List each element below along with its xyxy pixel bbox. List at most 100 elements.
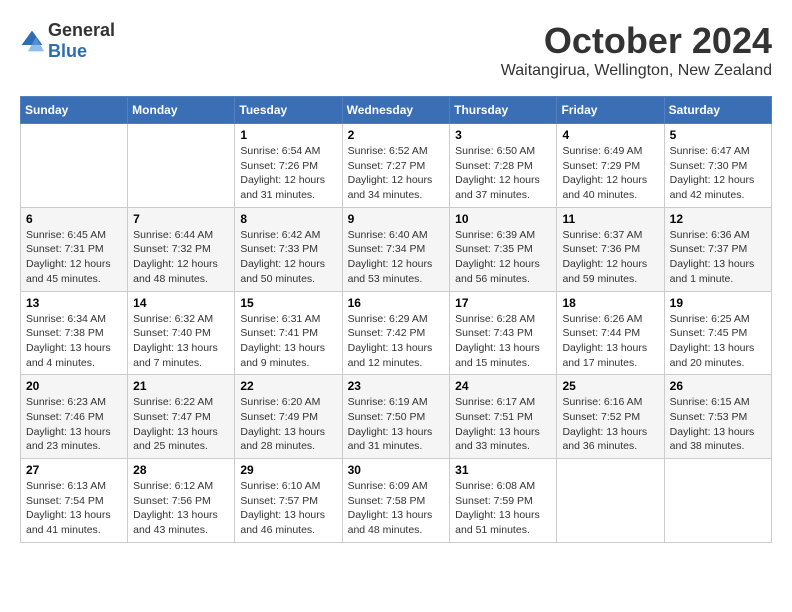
calendar-cell: 30 Sunrise: 6:09 AM Sunset: 7:58 PM Dayli… [342, 459, 450, 543]
day-info: Sunrise: 6:19 AM Sunset: 7:50 PM Dayligh… [348, 395, 445, 454]
day-number: 19 [670, 296, 766, 310]
day-info: Sunrise: 6:40 AM Sunset: 7:34 PM Dayligh… [348, 228, 445, 287]
day-info: Sunrise: 6:32 AM Sunset: 7:40 PM Dayligh… [133, 312, 229, 371]
calendar-cell: 25Sunrise: 6:16 AM Sunset: 7:52 PM Dayli… [557, 375, 664, 459]
day-number: 31 [455, 463, 551, 477]
day-info: Sunrise: 6:28 AM Sunset: 7:43 PM Dayligh… [455, 312, 551, 371]
day-info: Sunrise: 6:16 AM Sunset: 7:52 PM Dayligh… [562, 395, 658, 454]
day-number: 2 [348, 128, 445, 142]
logo-general: General [48, 20, 115, 41]
day-number: 11 [562, 212, 658, 226]
day-number: 28 [133, 463, 229, 477]
day-info: Sunrise: 6:10 AM Sunset: 7:57 PM Dayligh… [240, 479, 336, 538]
calendar-week-row: 27 Sunrise: 6:13 AM Sunset: 7:54 PM Dayli… [21, 459, 772, 543]
day-info: Sunrise: 6:52 AM Sunset: 7:27 PM Dayligh… [348, 144, 445, 203]
calendar-cell: 17 Sunrise: 6:28 AM Sunset: 7:43 PM Dayli… [450, 291, 557, 375]
calendar-cell: 29Sunrise: 6:10 AM Sunset: 7:57 PM Dayli… [235, 459, 342, 543]
day-number: 23 [348, 379, 445, 393]
calendar-cell [664, 459, 771, 543]
title-block: October 2024 Waitangirua, Wellington, Ne… [501, 20, 772, 80]
logo-text: General Blue [48, 20, 115, 62]
calendar-cell: 28 Sunrise: 6:12 AM Sunset: 7:56 PM Dayli… [128, 459, 235, 543]
weekday-header: Tuesday [235, 97, 342, 124]
day-number: 30 [348, 463, 445, 477]
calendar-cell: 2 Sunrise: 6:52 AM Sunset: 7:27 PM Daylig… [342, 124, 450, 208]
day-number: 27 [26, 463, 122, 477]
day-info: Sunrise: 6:22 AM Sunset: 7:47 PM Dayligh… [133, 395, 229, 454]
calendar: SundayMondayTuesdayWednesdayThursdayFrid… [20, 96, 772, 543]
day-number: 17 [455, 296, 551, 310]
page-header: General Blue October 2024 Waitangirua, W… [20, 20, 772, 80]
day-number: 20 [26, 379, 122, 393]
day-info: Sunrise: 6:17 AM Sunset: 7:51 PM Dayligh… [455, 395, 551, 454]
calendar-cell: 13Sunrise: 6:34 AM Sunset: 7:38 PM Dayli… [21, 291, 128, 375]
day-info: Sunrise: 6:44 AM Sunset: 7:32 PM Dayligh… [133, 228, 229, 287]
calendar-cell: 3 Sunrise: 6:50 AM Sunset: 7:28 PM Daylig… [450, 124, 557, 208]
day-info: Sunrise: 6:39 AM Sunset: 7:35 PM Dayligh… [455, 228, 551, 287]
calendar-cell: 20 Sunrise: 6:23 AM Sunset: 7:46 PM Dayli… [21, 375, 128, 459]
calendar-cell: 24Sunrise: 6:17 AM Sunset: 7:51 PM Dayli… [450, 375, 557, 459]
calendar-cell: 22 Sunrise: 6:20 AM Sunset: 7:49 PM Dayli… [235, 375, 342, 459]
calendar-cell: 31 Sunrise: 6:08 AM Sunset: 7:59 PM Dayli… [450, 459, 557, 543]
weekday-header: Wednesday [342, 97, 450, 124]
day-number: 6 [26, 212, 122, 226]
day-number: 9 [348, 212, 445, 226]
day-info: Sunrise: 6:50 AM Sunset: 7:28 PM Dayligh… [455, 144, 551, 203]
day-number: 4 [562, 128, 658, 142]
day-info: Sunrise: 6:08 AM Sunset: 7:59 PM Dayligh… [455, 479, 551, 538]
location: Waitangirua, Wellington, New Zealand [501, 62, 772, 80]
logo-blue: Blue [48, 41, 115, 62]
calendar-cell [557, 459, 664, 543]
calendar-cell: 23 Sunrise: 6:19 AM Sunset: 7:50 PM Dayli… [342, 375, 450, 459]
calendar-cell: 1 Sunrise: 6:54 AM Sunset: 7:26 PM Daylig… [235, 124, 342, 208]
logo-icon [20, 29, 44, 53]
calendar-cell: 27 Sunrise: 6:13 AM Sunset: 7:54 PM Dayli… [21, 459, 128, 543]
calendar-cell: 8 Sunrise: 6:42 AM Sunset: 7:33 PM Daylig… [235, 207, 342, 291]
calendar-cell [21, 124, 128, 208]
calendar-cell: 6 Sunrise: 6:45 AM Sunset: 7:31 PM Daylig… [21, 207, 128, 291]
calendar-cell: 16Sunrise: 6:29 AM Sunset: 7:42 PM Dayli… [342, 291, 450, 375]
weekday-header: Friday [557, 97, 664, 124]
calendar-cell: 14 Sunrise: 6:32 AM Sunset: 7:40 PM Dayli… [128, 291, 235, 375]
day-info: Sunrise: 6:23 AM Sunset: 7:46 PM Dayligh… [26, 395, 122, 454]
calendar-cell: 9 Sunrise: 6:40 AM Sunset: 7:34 PM Daylig… [342, 207, 450, 291]
calendar-cell: 11Sunrise: 6:37 AM Sunset: 7:36 PM Dayli… [557, 207, 664, 291]
calendar-week-row: 1 Sunrise: 6:54 AM Sunset: 7:26 PM Daylig… [21, 124, 772, 208]
weekday-header: Thursday [450, 97, 557, 124]
day-number: 8 [240, 212, 336, 226]
day-info: Sunrise: 6:45 AM Sunset: 7:31 PM Dayligh… [26, 228, 122, 287]
day-info: Sunrise: 6:29 AM Sunset: 7:42 PM Dayligh… [348, 312, 445, 371]
day-info: Sunrise: 6:26 AM Sunset: 7:44 PM Dayligh… [562, 312, 658, 371]
day-info: Sunrise: 6:47 AM Sunset: 7:30 PM Dayligh… [670, 144, 766, 203]
calendar-week-row: 6 Sunrise: 6:45 AM Sunset: 7:31 PM Daylig… [21, 207, 772, 291]
calendar-cell: 26Sunrise: 6:15 AM Sunset: 7:53 PM Dayli… [664, 375, 771, 459]
day-info: Sunrise: 6:09 AM Sunset: 7:58 PM Dayligh… [348, 479, 445, 538]
calendar-cell: 21 Sunrise: 6:22 AM Sunset: 7:47 PM Dayli… [128, 375, 235, 459]
header-row: SundayMondayTuesdayWednesdayThursdayFrid… [21, 97, 772, 124]
month-title: October 2024 [501, 20, 772, 62]
day-number: 1 [240, 128, 336, 142]
day-number: 15 [240, 296, 336, 310]
day-info: Sunrise: 6:54 AM Sunset: 7:26 PM Dayligh… [240, 144, 336, 203]
day-number: 10 [455, 212, 551, 226]
calendar-header: SundayMondayTuesdayWednesdayThursdayFrid… [21, 97, 772, 124]
calendar-cell: 4 Sunrise: 6:49 AM Sunset: 7:29 PM Daylig… [557, 124, 664, 208]
weekday-header: Monday [128, 97, 235, 124]
day-info: Sunrise: 6:12 AM Sunset: 7:56 PM Dayligh… [133, 479, 229, 538]
day-info: Sunrise: 6:49 AM Sunset: 7:29 PM Dayligh… [562, 144, 658, 203]
calendar-cell: 12Sunrise: 6:36 AM Sunset: 7:37 PM Dayli… [664, 207, 771, 291]
day-number: 22 [240, 379, 336, 393]
logo: General Blue [20, 20, 115, 62]
day-info: Sunrise: 6:31 AM Sunset: 7:41 PM Dayligh… [240, 312, 336, 371]
day-info: Sunrise: 6:42 AM Sunset: 7:33 PM Dayligh… [240, 228, 336, 287]
day-info: Sunrise: 6:20 AM Sunset: 7:49 PM Dayligh… [240, 395, 336, 454]
day-number: 18 [562, 296, 658, 310]
day-number: 3 [455, 128, 551, 142]
day-info: Sunrise: 6:13 AM Sunset: 7:54 PM Dayligh… [26, 479, 122, 538]
calendar-cell [128, 124, 235, 208]
day-number: 12 [670, 212, 766, 226]
day-info: Sunrise: 6:34 AM Sunset: 7:38 PM Dayligh… [26, 312, 122, 371]
calendar-week-row: 13Sunrise: 6:34 AM Sunset: 7:38 PM Dayli… [21, 291, 772, 375]
day-number: 21 [133, 379, 229, 393]
day-number: 14 [133, 296, 229, 310]
